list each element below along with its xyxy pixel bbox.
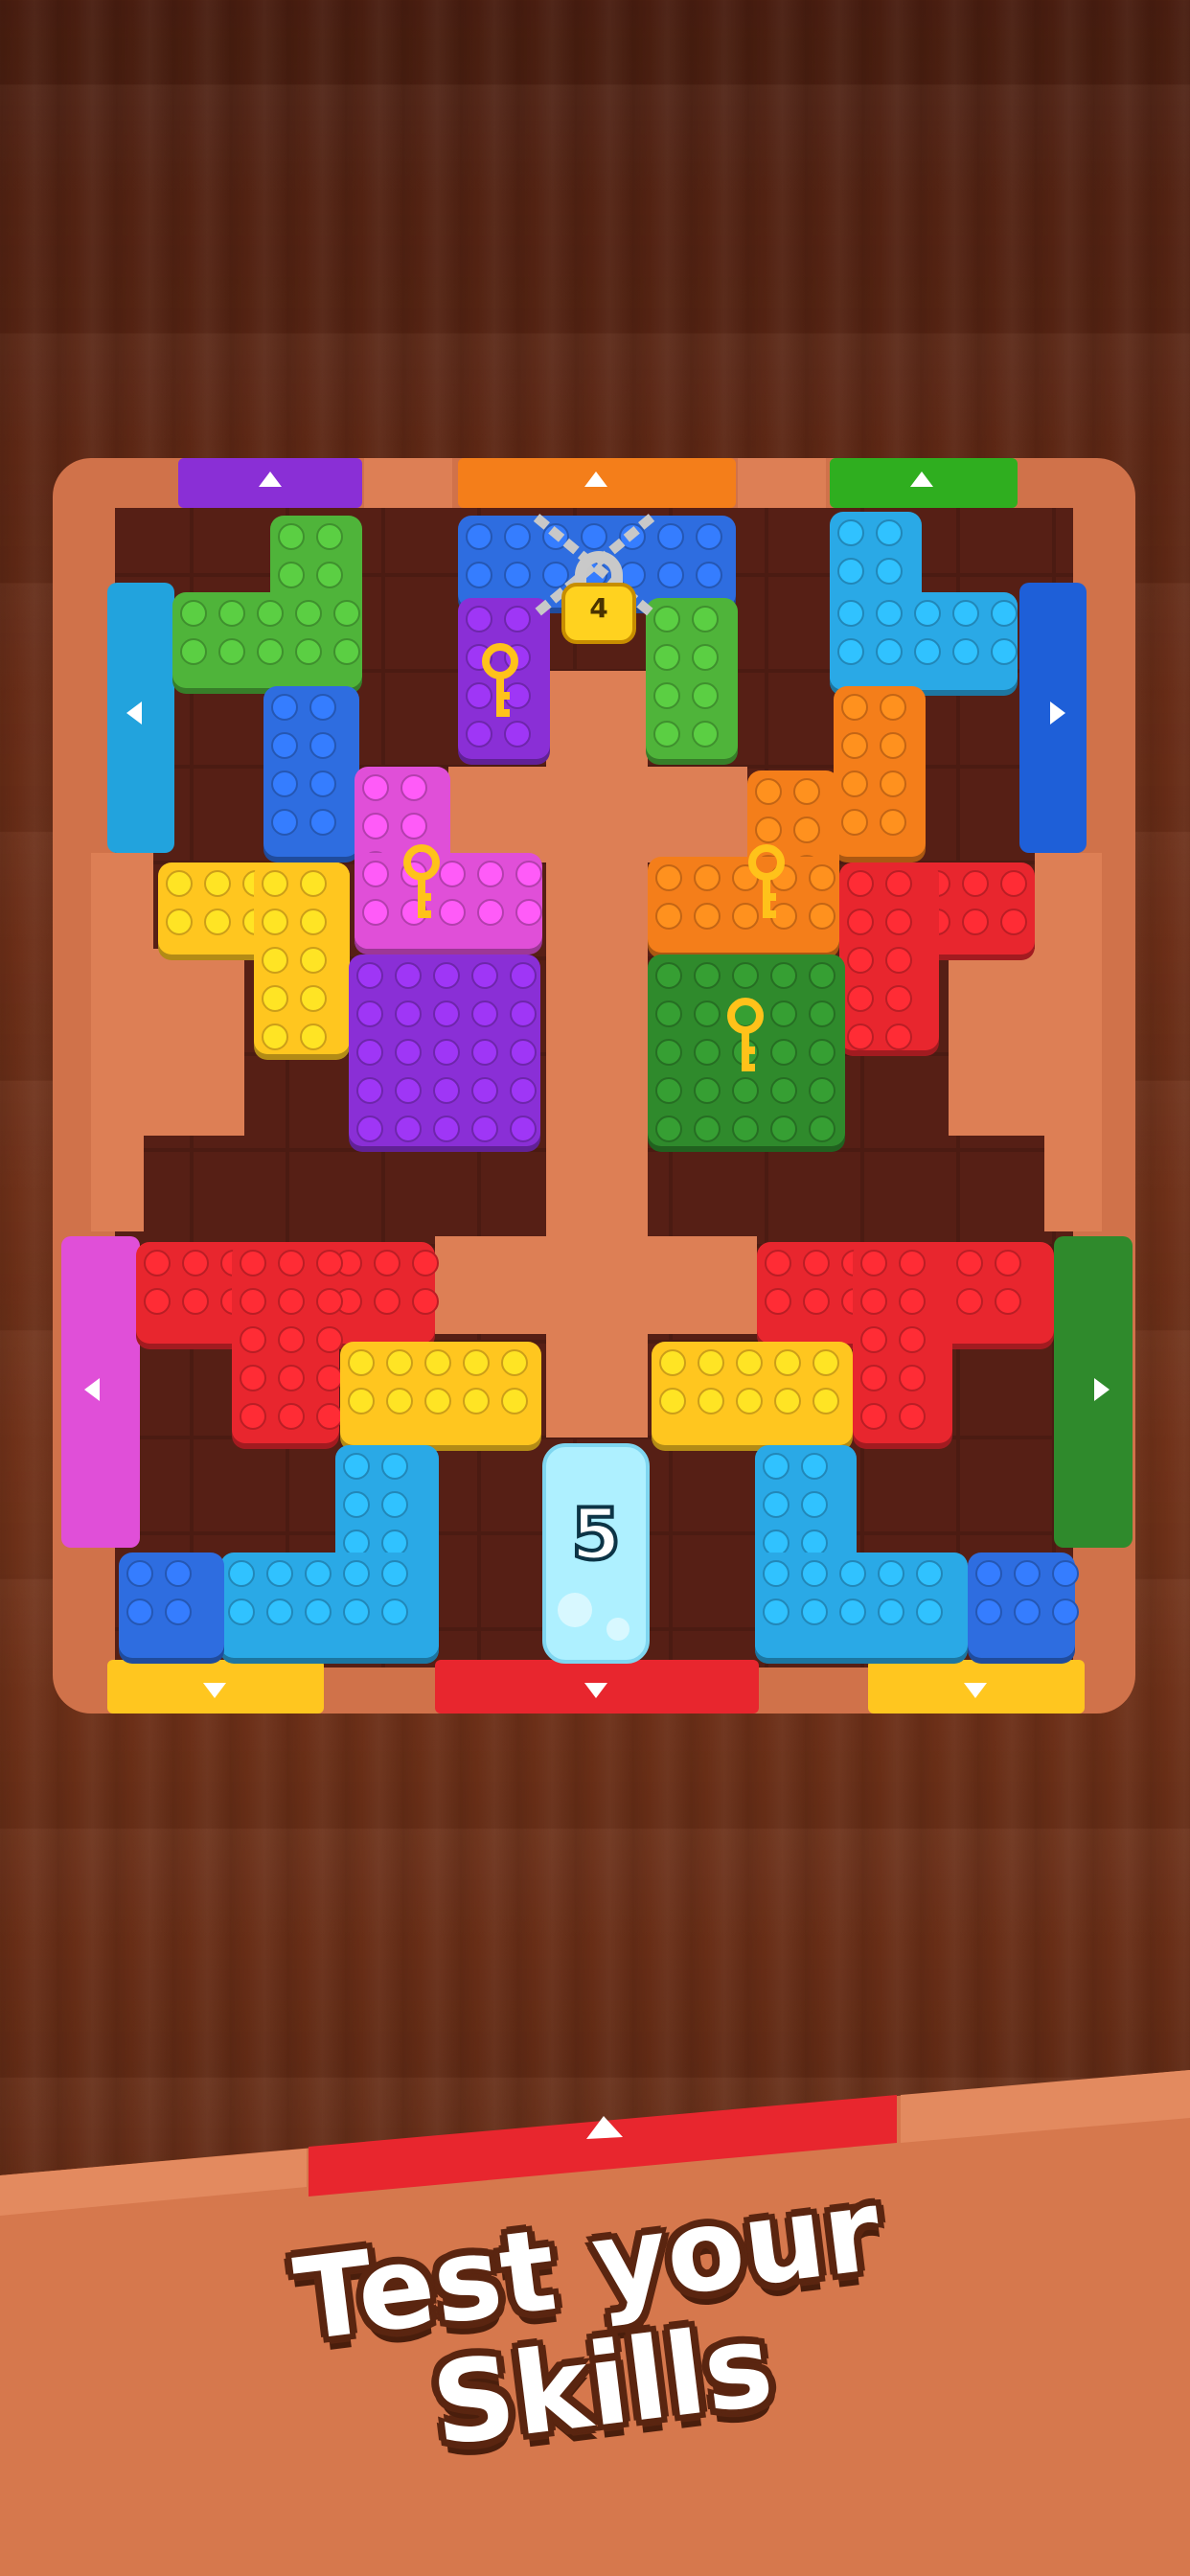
lock-count: 4 (589, 592, 607, 624)
exit-gate-pink-left (61, 1236, 140, 1548)
block-green-vertical[interactable] (646, 598, 738, 765)
exit-gate-darkgreen-right (1054, 1236, 1133, 1548)
block-yellow-right[interactable] (652, 1342, 853, 1451)
block-blue-small-right[interactable] (968, 1552, 1079, 1664)
block-purple-key[interactable] (458, 598, 550, 765)
block-blue-vertical[interactable] (263, 686, 359, 862)
block-yellow-left[interactable] (340, 1342, 541, 1451)
wall-segment (738, 458, 826, 508)
block-darkgreen-key[interactable] (648, 954, 845, 1152)
block-blue-small-left[interactable] (119, 1552, 224, 1664)
block-orange-vertical[interactable] (834, 686, 926, 862)
ice-count: 5 (571, 1494, 621, 1576)
wall-segment (364, 458, 452, 508)
block-purple-square[interactable] (349, 954, 540, 1152)
